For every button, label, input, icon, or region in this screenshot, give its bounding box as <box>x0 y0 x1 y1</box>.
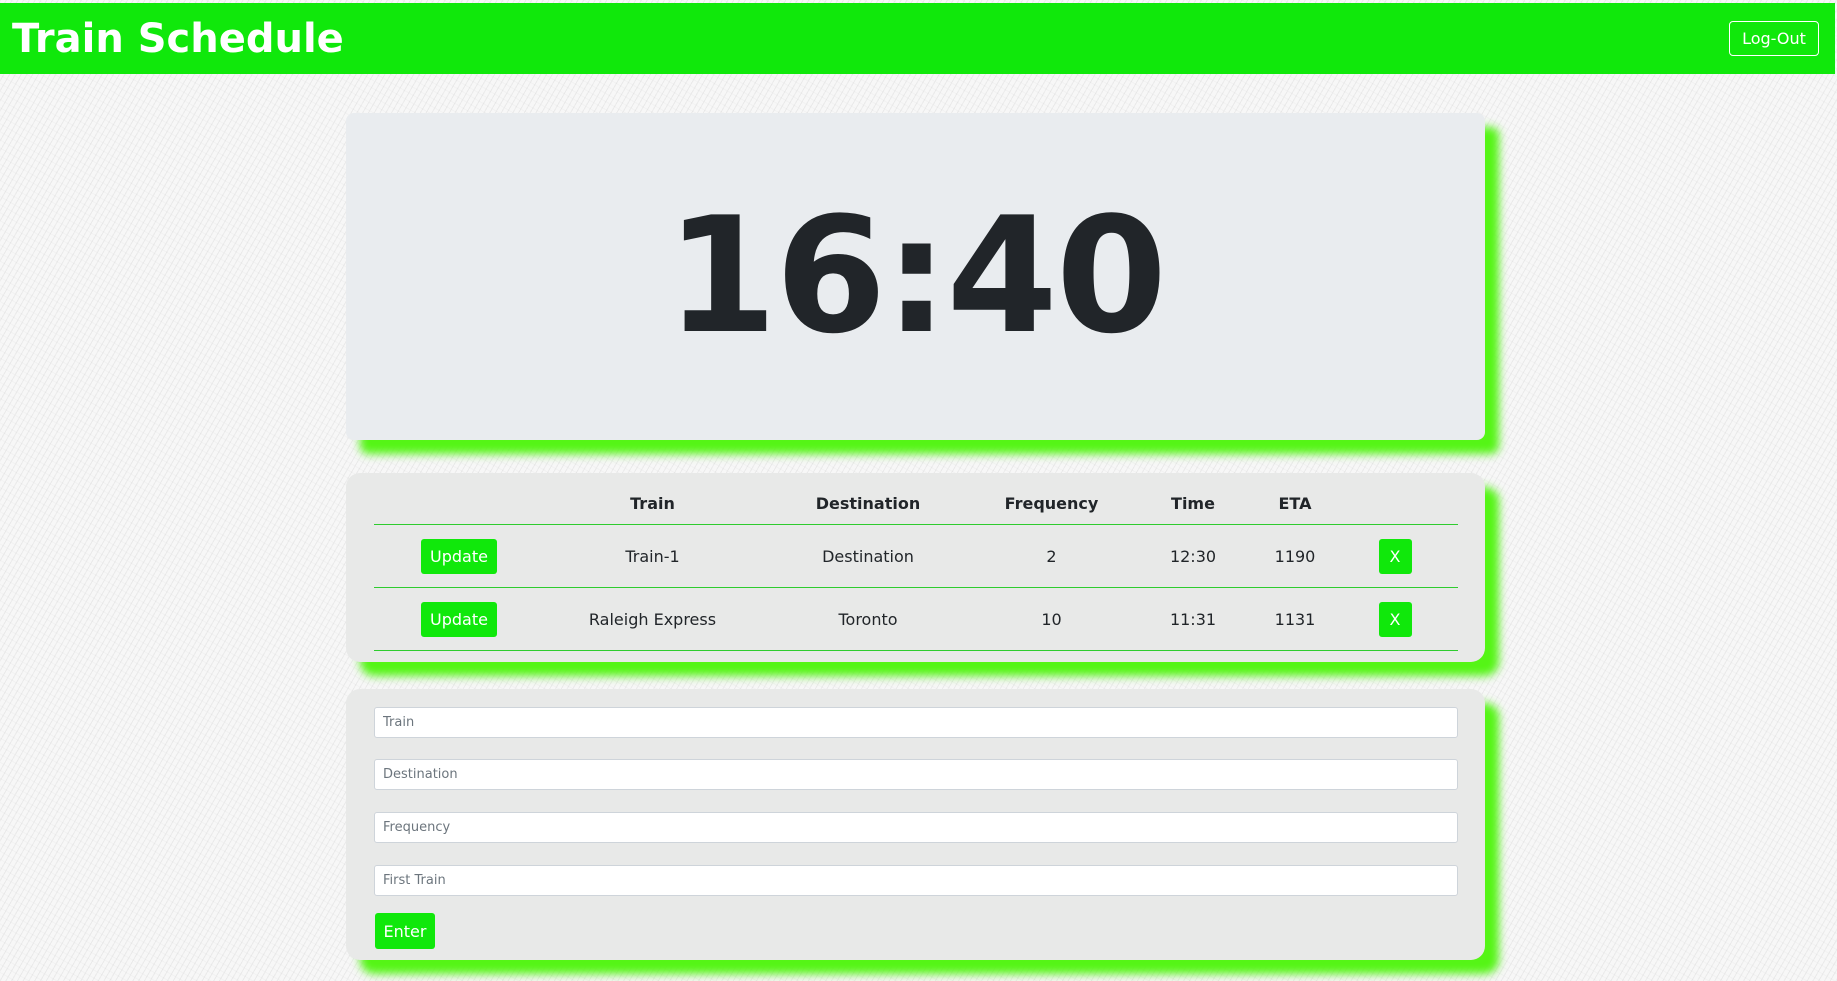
schedule-table: Train Destination Frequency Time ETA Upd… <box>374 483 1458 651</box>
column-header-destination: Destination <box>761 483 975 525</box>
remove-button[interactable]: X <box>1378 538 1412 574</box>
table-row: Update Train-1 Destination 2 12:30 1190 … <box>374 524 1458 588</box>
column-header-train: Train <box>544 483 761 525</box>
clock-panel: 16:40 <box>346 113 1485 440</box>
frequency-input[interactable] <box>374 812 1458 843</box>
table-row: Update Raleigh Express Toronto 10 11:31 … <box>374 587 1458 651</box>
remove-button[interactable]: X <box>1378 601 1412 637</box>
train-input[interactable] <box>374 707 1458 738</box>
current-time-display: 16:40 <box>665 182 1167 369</box>
column-header-time: Time <box>1128 483 1258 525</box>
enter-button[interactable]: Enter <box>375 913 435 949</box>
table-cell-time: 12:30 <box>1128 524 1258 588</box>
table-cell-actions: Update <box>374 587 544 651</box>
table-cell-frequency: 2 <box>975 524 1128 588</box>
table-cell-time: 11:31 <box>1128 587 1258 651</box>
table-cell-eta: 1131 <box>1258 587 1332 651</box>
app-title: Train Schedule <box>12 16 344 62</box>
destination-input[interactable] <box>374 759 1458 790</box>
update-button[interactable]: Update <box>421 601 497 637</box>
table-cell-remove: X <box>1332 587 1458 651</box>
add-train-form: Enter <box>346 689 1485 960</box>
column-header-actions <box>374 483 544 525</box>
navbar: Train Schedule Log-Out <box>0 3 1835 74</box>
table-cell-frequency: 10 <box>975 587 1128 651</box>
table-header-row: Train Destination Frequency Time ETA <box>374 483 1458 525</box>
table-cell-train: Train-1 <box>544 524 761 588</box>
table-cell-destination: Toronto <box>761 587 975 651</box>
table-cell-actions: Update <box>374 524 544 588</box>
table-cell-remove: X <box>1332 524 1458 588</box>
table-cell-destination: Destination <box>761 524 975 588</box>
table-cell-eta: 1190 <box>1258 524 1332 588</box>
table-cell-train: Raleigh Express <box>544 587 761 651</box>
column-header-frequency: Frequency <box>975 483 1128 525</box>
column-header-remove <box>1332 483 1458 525</box>
schedule-panel: Train Destination Frequency Time ETA Upd… <box>346 473 1485 662</box>
column-header-eta: ETA <box>1258 483 1332 525</box>
first-train-input[interactable] <box>374 865 1458 896</box>
logout-button[interactable]: Log-Out <box>1729 21 1819 56</box>
update-button[interactable]: Update <box>421 538 497 574</box>
